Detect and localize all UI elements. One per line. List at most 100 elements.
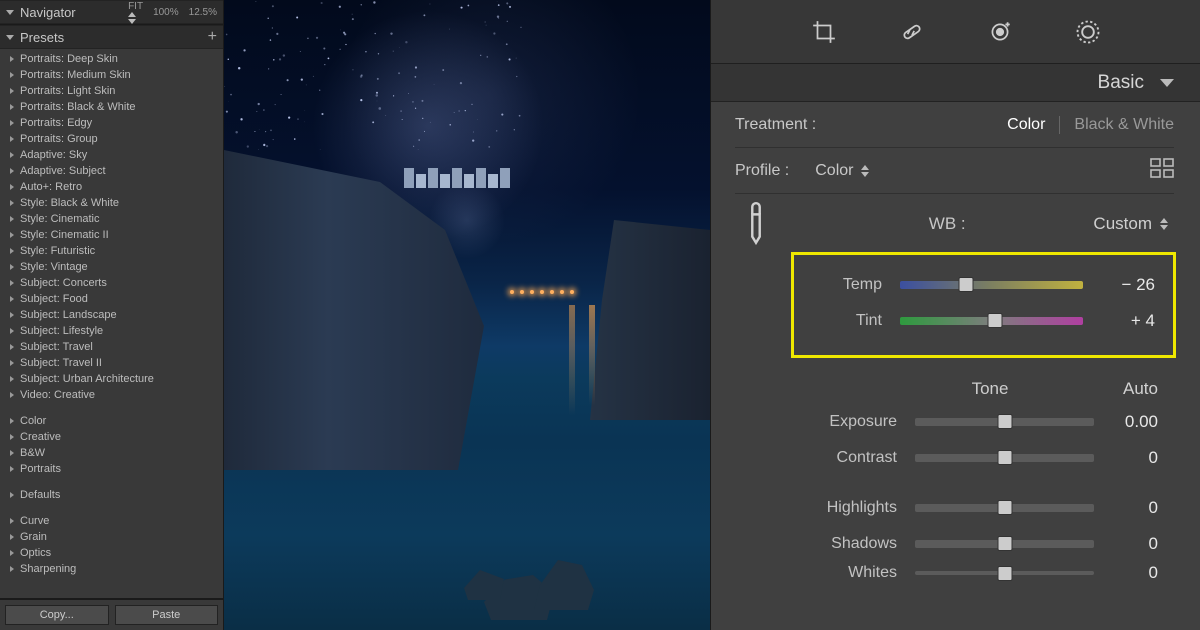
wb-label: WB : [801, 214, 1093, 234]
preset-folder-label: Subject: Travel [20, 341, 93, 353]
preset-folder[interactable]: B&W [10, 445, 223, 461]
preset-folder[interactable]: Portraits: Light Skin [10, 83, 223, 99]
preset-folder-label: Style: Futuristic [20, 245, 95, 257]
preset-folder[interactable]: Style: Black & White [10, 195, 223, 211]
preset-folder[interactable]: Video: Creative [10, 387, 223, 403]
add-preset-button[interactable]: + [208, 28, 217, 46]
preset-folder[interactable]: Portraits: Edgy [10, 115, 223, 131]
highlights-value[interactable]: 0 [1108, 498, 1158, 518]
masking-tool[interactable] [1074, 18, 1102, 46]
chevron-down-icon[interactable] [6, 10, 14, 15]
preset-folder[interactable]: Subject: Landscape [10, 307, 223, 323]
preset-folder-label: Color [20, 415, 46, 427]
auto-tone-button[interactable]: Auto [1123, 379, 1158, 399]
navigator-panel[interactable]: Navigator FIT 100% 12.5% [0, 0, 223, 25]
chevron-right-icon [10, 392, 14, 398]
preset-folder[interactable]: Sharpening [10, 561, 223, 577]
preset-folder-label: Portraits: Medium Skin [20, 69, 131, 81]
preset-folder[interactable]: Subject: Urban Architecture [10, 371, 223, 387]
chevron-right-icon [10, 566, 14, 572]
chevron-right-icon [10, 72, 14, 78]
preset-folder[interactable]: Style: Futuristic [10, 243, 223, 259]
preset-folder[interactable]: Style: Cinematic [10, 211, 223, 227]
preset-folder-label: Subject: Urban Architecture [20, 373, 154, 385]
preset-folder[interactable]: Grain [10, 529, 223, 545]
preset-folder-label: Grain [20, 531, 47, 543]
shadows-slider[interactable] [915, 540, 1094, 548]
zoom-12-5[interactable]: 12.5% [189, 7, 217, 18]
treatment-color[interactable]: Color [1007, 116, 1045, 134]
chevron-right-icon [10, 344, 14, 350]
shadows-value[interactable]: 0 [1108, 534, 1158, 554]
preset-folder[interactable]: Color [10, 413, 223, 429]
preset-folder[interactable]: Subject: Lifestyle [10, 323, 223, 339]
temp-slider-row: Temp − 26 [812, 267, 1155, 303]
preset-folder[interactable]: Optics [10, 545, 223, 561]
preset-folder[interactable]: Curve [10, 513, 223, 529]
whites-value[interactable]: 0 [1108, 563, 1158, 583]
chevron-down-icon[interactable] [1160, 79, 1174, 87]
preset-folder-label: Adaptive: Subject [20, 165, 106, 177]
image-canvas[interactable] [224, 0, 710, 630]
preset-folder[interactable]: Subject: Concerts [10, 275, 223, 291]
chevron-right-icon [10, 264, 14, 270]
preset-folder[interactable]: Portraits: Medium Skin [10, 67, 223, 83]
contrast-value[interactable]: 0 [1108, 448, 1158, 468]
preset-folder[interactable]: Adaptive: Sky [10, 147, 223, 163]
wb-dropdown[interactable]: Custom [1093, 214, 1168, 234]
whites-slider[interactable] [915, 571, 1094, 575]
preset-folder[interactable]: Portraits: Black & White [10, 99, 223, 115]
preset-folder-label: Curve [20, 515, 49, 527]
wb-eyedropper-tool[interactable] [735, 202, 777, 247]
preset-folder[interactable]: Creative [10, 429, 223, 445]
fit-dropdown[interactable]: FIT [128, 1, 143, 24]
preset-folder[interactable]: Subject: Food [10, 291, 223, 307]
chevron-right-icon [10, 434, 14, 440]
redeye-tool[interactable] [986, 18, 1014, 46]
tint-slider[interactable] [900, 317, 1083, 325]
white-balance-block: WB : Custom Temp − 26 Tint + 4 [735, 194, 1174, 358]
tone-block: Tone Auto Exposure 0.00 Contrast 0 Highl… [791, 374, 1176, 584]
profile-browser-button[interactable] [1150, 158, 1174, 183]
profile-dropdown[interactable]: Color [815, 162, 869, 180]
preset-folder[interactable]: Portraits: Group [10, 131, 223, 147]
preset-folder[interactable]: Portraits: Deep Skin [10, 51, 223, 67]
chevron-right-icon [10, 120, 14, 126]
temp-slider[interactable] [900, 281, 1083, 289]
exposure-value[interactable]: 0.00 [1108, 412, 1158, 432]
zoom-100[interactable]: 100% [153, 7, 179, 18]
preset-folder-label: Subject: Food [20, 293, 88, 305]
preset-folder[interactable]: Portraits [10, 461, 223, 477]
preset-folder[interactable]: Subject: Travel [10, 339, 223, 355]
preset-folder[interactable]: Style: Vintage [10, 259, 223, 275]
profile-row: Profile : Color [735, 148, 1174, 194]
preset-folder-label: Portraits: Black & White [20, 101, 136, 113]
preset-folder[interactable]: Defaults [10, 487, 223, 503]
chevron-right-icon [10, 376, 14, 382]
preset-folder[interactable]: Style: Cinematic II [10, 227, 223, 243]
chevron-right-icon [10, 518, 14, 524]
chevron-right-icon [10, 534, 14, 540]
preset-folder-label: Style: Black & White [20, 197, 119, 209]
healing-tool[interactable] [898, 18, 926, 46]
preset-folder-label: Style: Vintage [20, 261, 88, 273]
preset-folder[interactable]: Auto+: Retro [10, 179, 223, 195]
chevron-right-icon [10, 280, 14, 286]
exposure-slider[interactable] [915, 418, 1094, 426]
crop-tool[interactable] [810, 18, 838, 46]
preset-folder[interactable]: Subject: Travel II [10, 355, 223, 371]
tint-value[interactable]: + 4 [1097, 311, 1155, 331]
paste-button[interactable]: Paste [115, 605, 219, 625]
preset-folder-label: Style: Cinematic [20, 213, 99, 225]
chevron-down-icon[interactable] [6, 35, 14, 40]
preset-folder-label: Sharpening [20, 563, 76, 575]
temp-value[interactable]: − 26 [1097, 275, 1155, 295]
basic-panel-header[interactable]: Basic [711, 64, 1200, 102]
chevron-right-icon [10, 418, 14, 424]
contrast-slider[interactable] [915, 454, 1094, 462]
contrast-label: Contrast [809, 449, 897, 467]
highlights-slider[interactable] [915, 504, 1094, 512]
preset-folder[interactable]: Adaptive: Subject [10, 163, 223, 179]
treatment-bw[interactable]: Black & White [1074, 116, 1174, 134]
copy-button[interactable]: Copy... [5, 605, 109, 625]
